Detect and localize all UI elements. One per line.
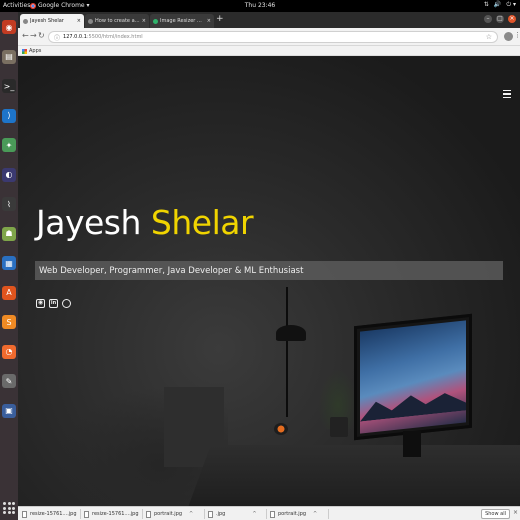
- terminal-icon[interactable]: >_: [2, 79, 16, 93]
- bookmark-apps[interactable]: Apps: [22, 48, 41, 54]
- show-all-downloads-button[interactable]: Show all: [481, 509, 510, 519]
- file-icon: [84, 510, 89, 518]
- hero-tagline: Web Developer, Programmer, Java Develope…: [35, 261, 503, 280]
- background-desk: [185, 445, 520, 506]
- tab-label: Jayesh Shelar: [30, 18, 64, 24]
- dock: ◉ ▤ >_ ⟩ ✦ ◐ ⌇ ☗ ▦ A S ◔ ✎ ▣: [0, 12, 18, 520]
- bookmark-star-icon[interactable]: ☆: [486, 33, 492, 41]
- power-icon: ⏻ ▾: [506, 1, 516, 8]
- download-filename: portrait.jpg: [278, 511, 307, 517]
- volume-icon: 🔊: [493, 1, 502, 8]
- system-monitor-icon[interactable]: ⌇: [2, 197, 16, 211]
- gnome-top-bar: Activities Google Chrome ▾ Thu 23:46 ⇅ 🔊…: [0, 0, 520, 12]
- download-item[interactable]: portrait.jpg ^: [146, 509, 193, 519]
- file-icon: [146, 510, 151, 518]
- file-icon: [208, 510, 213, 518]
- system-tray[interactable]: ⇅ 🔊 ⏻ ▾: [484, 1, 516, 9]
- page-icon: [153, 18, 158, 24]
- vscode-icon[interactable]: ⟩: [2, 108, 16, 123]
- download-filename: .jpg: [216, 511, 226, 517]
- chrome-menu-icon[interactable]: ⋮: [514, 31, 520, 39]
- profile-avatar[interactable]: [504, 32, 513, 41]
- background-monitor: [354, 313, 472, 441]
- chevron-up-icon[interactable]: ^: [189, 511, 193, 517]
- info-icon[interactable]: ⓘ: [54, 33, 60, 42]
- background-lamp: [286, 287, 288, 417]
- close-tab-icon[interactable]: ×: [207, 18, 211, 24]
- writer-icon[interactable]: ▦: [2, 256, 16, 270]
- android-icon[interactable]: ☗: [2, 226, 16, 241]
- reload-button[interactable]: ↻: [38, 31, 45, 40]
- virtualbox-icon[interactable]: ▣: [2, 403, 16, 418]
- downloads-bar: resize-15761....jpg ^ resize-15761....jp…: [18, 506, 520, 520]
- download-filename: resize-15761....jpg: [92, 511, 139, 517]
- chevron-up-icon[interactable]: ^: [313, 511, 317, 517]
- background-monitor-stand: [403, 431, 421, 457]
- close-tab-icon[interactable]: ×: [77, 18, 81, 24]
- download-filename: portrait.jpg: [154, 511, 183, 517]
- page-icon: [88, 18, 93, 24]
- eclipse-icon[interactable]: ◐: [2, 167, 16, 182]
- files-icon[interactable]: ▤: [2, 49, 16, 64]
- background-speaker: [274, 423, 288, 435]
- download-item[interactable]: .jpg ^: [208, 509, 257, 519]
- tab-create-image[interactable]: How to create an image ... ×: [85, 14, 149, 28]
- bookmark-apps-label: Apps: [29, 48, 42, 54]
- linkedin-icon[interactable]: in: [49, 299, 58, 308]
- ubuntu-software-icon[interactable]: A: [2, 285, 16, 300]
- download-item[interactable]: portrait.jpg ^: [270, 509, 317, 519]
- social-links: ◉ in: [36, 299, 71, 308]
- background-lamp-shade: [276, 325, 306, 341]
- bookmarks-bar: Apps: [18, 46, 520, 56]
- web-page: Jayesh Shelar Web Developer, Programmer,…: [18, 57, 520, 506]
- tab-label: Image Resizer Online - Re...: [160, 18, 205, 24]
- github-icon[interactable]: [62, 299, 71, 308]
- forward-button[interactable]: →: [30, 31, 37, 40]
- minimize-button[interactable]: –: [484, 15, 492, 23]
- tab-image-resizer[interactable]: Image Resizer Online - Re... ×: [150, 14, 214, 28]
- url-host: 127.0.0.1: [63, 34, 87, 40]
- postman-icon[interactable]: ◔: [2, 344, 16, 359]
- show-applications-icon[interactable]: [3, 502, 15, 514]
- background-plant-pot: [330, 417, 348, 437]
- hero-first-name: Jayesh: [36, 203, 141, 242]
- browser-toolbar: ← → ↻ ⓘ 127.0.0.1:5500/html/index.html ☆…: [18, 28, 520, 46]
- new-tab-button[interactable]: +: [216, 15, 224, 24]
- inkscape-icon[interactable]: ✎: [2, 374, 16, 388]
- window-controls: – □ ×: [484, 15, 516, 23]
- maximize-button[interactable]: □: [496, 15, 504, 23]
- close-window-button[interactable]: ×: [508, 15, 516, 23]
- close-downloads-icon[interactable]: ×: [513, 509, 518, 516]
- tab-label: How to create an image ...: [95, 18, 140, 24]
- hero-last-name: Shelar: [150, 203, 254, 242]
- hero-name: Jayesh Shelar: [36, 203, 254, 242]
- clock[interactable]: Thu 23:46: [0, 2, 520, 9]
- download-filename: resize-15761....jpg: [30, 511, 77, 517]
- sublime-icon[interactable]: S: [2, 315, 16, 329]
- network-icon: ⇅: [483, 1, 489, 8]
- close-tab-icon[interactable]: ×: [142, 18, 146, 24]
- url-path: :5500/html/index.html: [86, 34, 143, 40]
- back-button[interactable]: ←: [22, 31, 29, 40]
- chrome-icon[interactable]: ◉: [2, 20, 16, 34]
- tab-jayesh-shelar[interactable]: Jayesh Shelar ×: [20, 14, 84, 28]
- chrome-window: Jayesh Shelar × How to create an image .…: [18, 12, 520, 520]
- tab-strip: Jayesh Shelar × How to create an image .…: [18, 12, 520, 28]
- chevron-up-icon[interactable]: ^: [252, 511, 256, 517]
- file-icon: [22, 510, 27, 518]
- apps-grid-icon: [22, 48, 27, 54]
- address-bar[interactable]: ⓘ 127.0.0.1:5500/html/index.html ☆: [48, 31, 498, 43]
- page-icon: [23, 18, 28, 24]
- file-icon: [270, 510, 275, 518]
- download-item[interactable]: resize-15761....jpg ^: [22, 509, 88, 519]
- download-item[interactable]: resize-15761....jpg ^: [84, 509, 150, 519]
- instagram-icon[interactable]: ◉: [36, 299, 45, 308]
- android-studio-icon[interactable]: ✦: [2, 138, 16, 152]
- hamburger-menu-icon[interactable]: [503, 90, 511, 98]
